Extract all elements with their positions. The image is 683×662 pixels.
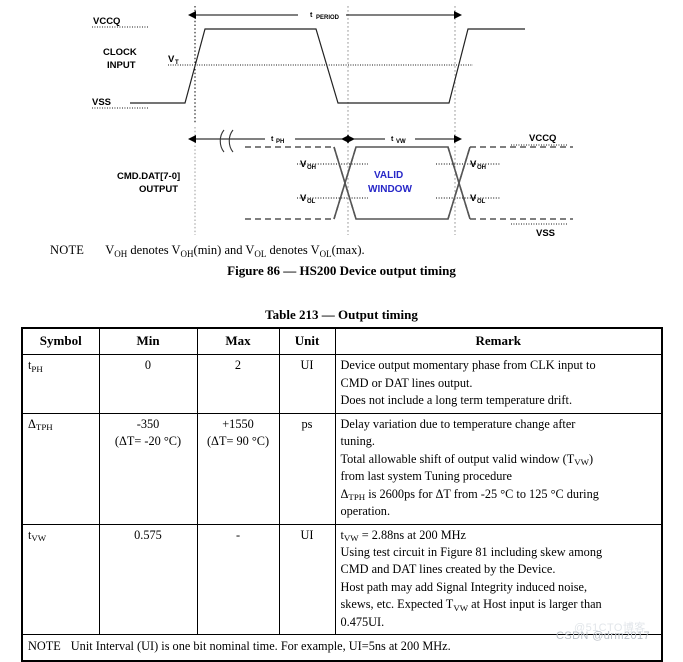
figure-caption: Figure 86 — HS200 Device output timing bbox=[227, 263, 456, 278]
table-footer-note-label: NOTE bbox=[28, 639, 61, 654]
table-row: tVW 0.575- UI tVW = 2.88ns at 200 MHz Using … bbox=[21, 523, 663, 636]
vol-left-label: V bbox=[300, 193, 307, 204]
cell-min: 0.575 bbox=[98, 523, 198, 636]
vccq-top-label: VCCQ bbox=[93, 16, 120, 27]
vol-right-label-sub: OL bbox=[477, 199, 486, 205]
figure-note-s1: OH bbox=[114, 248, 128, 259]
valid-window-outline-bottom bbox=[333, 146, 471, 220]
vol-left-label-sub: OL bbox=[307, 199, 316, 205]
cell-symbol: tVW bbox=[21, 523, 100, 636]
cell-min: -350 (ΔT= -20 °C) bbox=[98, 412, 198, 525]
cell-remark: Device output momentary phase from CLK i… bbox=[334, 354, 663, 414]
figure-note-s3: OL bbox=[254, 248, 267, 259]
output-timing-table: Symbol Min Max Unit Remark tPH 0 2 UI Device… bbox=[21, 327, 663, 662]
valid-window-line1: VALID bbox=[374, 170, 403, 181]
clock-waveform bbox=[130, 28, 525, 104]
table-body: tPH 0 2 UI Device output momentary phase fro… bbox=[21, 354, 663, 662]
cell-max: +1550 (ΔT= 90 °C) bbox=[196, 412, 280, 525]
tperiod-label-sub: PERIOD bbox=[316, 15, 340, 21]
guide-lines bbox=[194, 6, 456, 235]
figure-note-t2: denotes V bbox=[127, 243, 181, 257]
vss-top-label: VSS bbox=[92, 97, 111, 108]
clock-label-line1: CLOCK bbox=[103, 47, 137, 58]
dimension-tperiod: t PERIOD bbox=[188, 7, 462, 21]
valid-window-line2: WINDOW bbox=[368, 184, 412, 195]
table-row: ΔTPH -350 (ΔT= -20 °C) +1550 (ΔT= 90 °C) ps De… bbox=[21, 412, 663, 525]
cell-remark: Delay variation due to temperature chang… bbox=[334, 412, 663, 525]
dimension-tvw: t VW bbox=[341, 131, 462, 145]
tph-label-sub: PH bbox=[276, 139, 284, 145]
voh-left-label: V bbox=[300, 159, 307, 170]
output-waveform-group: V OH V OL V OH V OL VALID WINDOW CMD.DAT… bbox=[117, 133, 573, 239]
cmd-dat-output-line2: OUTPUT bbox=[139, 184, 178, 195]
table-header-max: Max bbox=[196, 327, 280, 356]
table-header-min: Min bbox=[98, 327, 198, 356]
table-title: Table 213 — Output timing bbox=[265, 307, 418, 322]
break-symbol-1 bbox=[219, 129, 225, 153]
voh-right-label-sub: OH bbox=[477, 165, 486, 171]
cell-symbol: ΔTPH bbox=[21, 412, 100, 525]
figure-note-t5: (max). bbox=[331, 243, 365, 257]
clock-label-line2: INPUT bbox=[107, 60, 136, 71]
voh-right-label: V bbox=[470, 159, 477, 170]
break-symbol-2 bbox=[228, 129, 234, 153]
tvw-label-sub: VW bbox=[396, 139, 406, 145]
vol-right-label: V bbox=[470, 193, 477, 204]
dimension-tph: t PH bbox=[188, 129, 355, 153]
cell-unit: ps bbox=[278, 412, 336, 525]
cell-unit: UI bbox=[278, 523, 336, 636]
valid-window-outline-top bbox=[333, 146, 471, 220]
cell-symbol: tPH bbox=[21, 354, 100, 414]
figure-note-s2: OH bbox=[180, 248, 194, 259]
watermark-primary: CSDN @drm2017 bbox=[556, 630, 651, 642]
figure-note: NOTE VOH denotes VOH(min) and VOL denote… bbox=[50, 243, 365, 259]
cell-unit: UI bbox=[278, 354, 336, 414]
cell-max: 2 bbox=[196, 354, 280, 414]
figure-note-t3: (min) and V bbox=[193, 243, 255, 257]
cmd-dat-output-line1: CMD.DAT[7-0] bbox=[117, 171, 180, 182]
timing-diagram-svg: t PERIOD VCCQ CLOCK INPUT V T VSS t PH t… bbox=[92, 6, 573, 239]
figure-note-keyword: NOTE bbox=[50, 243, 85, 257]
figure-note-s4: OL bbox=[319, 248, 332, 259]
table-row: tPH 0 2 UI Device output momentary phase fro… bbox=[21, 354, 663, 414]
table-header-unit: Unit bbox=[278, 327, 336, 356]
vccq-right-label: VCCQ bbox=[529, 133, 556, 144]
vt-label: V bbox=[168, 54, 175, 65]
figure-note-t1: V bbox=[105, 243, 115, 257]
timing-diagram-figure: t PERIOD VCCQ CLOCK INPUT V T VSS t PH t… bbox=[0, 0, 683, 250]
clock-input-group: VCCQ CLOCK INPUT V T VSS bbox=[92, 16, 525, 109]
figure-note-t4: denotes V bbox=[266, 243, 320, 257]
cell-max: - bbox=[196, 523, 280, 636]
voh-left-label-sub: OH bbox=[307, 165, 316, 171]
table-header-row: Symbol Min Max Unit Remark bbox=[21, 327, 663, 356]
vss-right-label: VSS bbox=[536, 228, 555, 239]
table-footer-note-text: Unit Interval (UI) is one bit nominal ti… bbox=[70, 639, 451, 654]
table-header-remark: Remark bbox=[334, 327, 663, 356]
cell-min: 0 bbox=[98, 354, 198, 414]
table-header-symbol: Symbol bbox=[21, 327, 100, 356]
